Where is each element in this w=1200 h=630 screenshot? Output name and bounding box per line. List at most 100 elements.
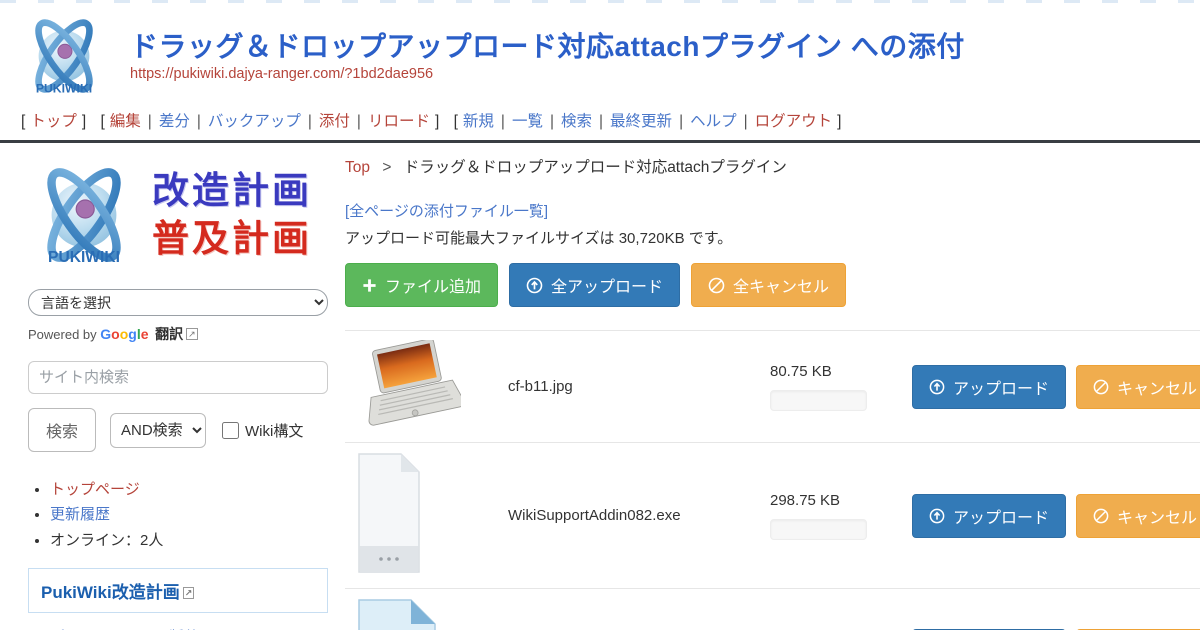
bracket: [ (454, 113, 458, 130)
main-content: Top > ドラッグ＆ドロップアップロード対応attachプラグイン [全ページ… (345, 143, 1200, 630)
laptop-photo-thumbnail (357, 340, 461, 428)
upload-circle-icon (929, 379, 945, 395)
breadcrumb-current: ドラッグ＆ドロップアップロード対応attachプラグイン (404, 159, 787, 176)
upload-label: アップロード (953, 375, 1049, 399)
google-logo-text: G (100, 326, 111, 342)
nav-link-reload[interactable]: リロード (368, 113, 430, 130)
file-row: WikiSupportAddin082.exe 298.75 KB アップロード… (345, 442, 1200, 588)
nav-link-backup[interactable]: バックアップ (208, 113, 301, 130)
upload-circle-icon (526, 277, 543, 294)
nav-link-search[interactable]: 検索 (561, 113, 592, 130)
translate-link[interactable]: 翻訳 (155, 326, 183, 342)
breadcrumb-home-link[interactable]: Top (345, 159, 370, 176)
upload-file-list: cf-b11.jpg 80.75 KB アップロード キャンセル (345, 330, 1200, 630)
page-url-link[interactable]: https://pukiwiki.dajya-ranger.com/?1bd2d… (130, 66, 433, 82)
nav-link-top[interactable]: トップ (30, 113, 77, 130)
external-link-icon: ↗ (183, 587, 195, 599)
upload-toolbar: ファイル追加 全アップロード 全キャンセル (345, 263, 1200, 307)
powered-by-text: Powered by (28, 327, 100, 342)
upload-label: アップロード (953, 504, 1049, 528)
google-logo-text: e (141, 326, 149, 342)
nav-link-help[interactable]: ヘルプ (690, 113, 737, 130)
sidebar-section-box: PukiWiki改造計画↗ (28, 568, 328, 613)
file-size: 298.75 KB (770, 492, 890, 509)
page-header: PUKIWIKI ドラッグ＆ドロップアップロード対応attachプラグイン への… (0, 3, 1200, 103)
all-attachments-link[interactable]: [全ページの添付ファイル一覧] (345, 200, 548, 221)
file-row: cf-b11.jpg 80.75 KB アップロード キャンセル (345, 330, 1200, 442)
pukiwiki-kaizou-link[interactable]: PukiWiki改造計画 (41, 583, 180, 602)
page-title: ドラッグ＆ドロップアップロード対応attachプラグイン への添付 (130, 25, 965, 65)
cancel-all-label: 全キャンセル (733, 273, 829, 297)
sidebar-item-toppage[interactable]: トップページ (50, 481, 140, 498)
pukiwiki-atom-logo-large: PUKIWIKI (20, 155, 148, 275)
site-search-input[interactable] (28, 361, 328, 394)
file-row: </> contents.html 60.78 KB アップロード キャンセル (345, 588, 1200, 630)
cancel-label: キャンセル (1117, 375, 1197, 399)
file-name: cf-b11.jpg (508, 378, 770, 395)
pipe-separator: | (599, 113, 603, 130)
upload-all-button[interactable]: 全アップロード (509, 263, 680, 307)
upload-button[interactable]: アップロード (912, 494, 1066, 538)
ban-icon (708, 277, 725, 294)
bracket: ] (837, 113, 841, 130)
online-counter: オンライン：2人 (50, 532, 163, 549)
pipe-separator: | (197, 113, 201, 130)
upload-progress-bar (770, 519, 867, 540)
external-link-icon: ↗ (186, 328, 198, 340)
file-name: WikiSupportAddin082.exe (508, 507, 770, 524)
logo-wordmark: PUKIWIKI (36, 82, 92, 96)
wiki-syntax-label: Wiki構文 (245, 420, 303, 441)
upload-progress-bar (770, 390, 867, 411)
file-size: 60.78 KB (770, 627, 890, 630)
search-mode-select[interactable]: AND検索 (110, 413, 206, 448)
pipe-separator: | (679, 113, 683, 130)
bracket: [ (21, 113, 25, 130)
sidebar-banner-logo[interactable]: PUKIWIKI 改造計画 普及計画 (20, 155, 331, 275)
nav-link-logout[interactable]: ログアウト (755, 113, 833, 130)
pipe-separator: | (308, 113, 312, 130)
pipe-separator: | (501, 113, 505, 130)
html-file-icon: </> (357, 598, 437, 630)
nav-link-new[interactable]: 新規 (463, 113, 494, 130)
wiki-syntax-checkbox[interactable] (222, 422, 239, 439)
ban-icon (1093, 508, 1109, 524)
search-button[interactable]: 検索 (28, 408, 96, 452)
cancel-all-button[interactable]: 全キャンセル (691, 263, 846, 307)
max-upload-size-text: アップロード可能最大ファイルサイズは 30,720KB です。 (345, 227, 1200, 248)
bracket: [ (100, 113, 104, 130)
logo-wordmark: PUKIWIKI (48, 249, 120, 266)
nav-link-diff[interactable]: 差分 (159, 113, 190, 130)
cancel-label: キャンセル (1117, 504, 1197, 528)
cancel-button[interactable]: キャンセル (1076, 365, 1200, 409)
nav-bar: [ トップ] [ 編集 | 差分 | バックアップ | 添付 | リロード] [ 新規 | 一覧 | 検索 | 最… (0, 103, 1200, 140)
google-logo-text: o (120, 326, 129, 342)
nav-link-list[interactable]: 一覧 (512, 113, 543, 130)
nav-link-attach[interactable]: 添付 (319, 113, 350, 130)
upload-all-label: 全アップロード (551, 273, 663, 297)
pipe-separator: | (357, 113, 361, 130)
pukiwiki-atom-logo[interactable]: PUKIWIKI (14, 9, 114, 103)
cancel-button[interactable]: キャンセル (1076, 494, 1200, 538)
bracket: ] (82, 113, 86, 130)
upload-circle-icon (929, 508, 945, 524)
sidebar-link-list-top: トップページ 更新履歴 オンライン：2人 (30, 478, 331, 552)
language-select[interactable]: 言語を選択 (28, 289, 328, 316)
sidebar-item-recent-changes[interactable]: 更新履歴 (50, 506, 110, 523)
banner-line-fukyuu: 普及計画 (152, 215, 312, 263)
nav-link-edit[interactable]: 編集 (110, 113, 141, 130)
bracket: ] (435, 113, 439, 130)
google-logo-text: g (128, 326, 137, 342)
google-logo-text: o (111, 326, 120, 342)
sidebar: PUKIWIKI 改造計画 普及計画 言語を選択 Powered by Goog… (0, 143, 345, 630)
file-size: 80.75 KB (770, 363, 890, 380)
generic-file-icon (357, 452, 421, 574)
plus-icon (362, 278, 377, 293)
nav-link-recent[interactable]: 最終更新 (610, 113, 672, 130)
breadcrumb: Top > ドラッグ＆ドロップアップロード対応attachプラグイン (345, 155, 1200, 177)
upload-button[interactable]: アップロード (912, 365, 1066, 409)
google-translate-credit: Powered by Google 翻訳↗ (28, 324, 331, 344)
add-files-button[interactable]: ファイル追加 (345, 263, 498, 307)
pipe-separator: | (148, 113, 152, 130)
banner-line-kaizou: 改造計画 (152, 167, 312, 215)
pipe-separator: | (550, 113, 554, 130)
